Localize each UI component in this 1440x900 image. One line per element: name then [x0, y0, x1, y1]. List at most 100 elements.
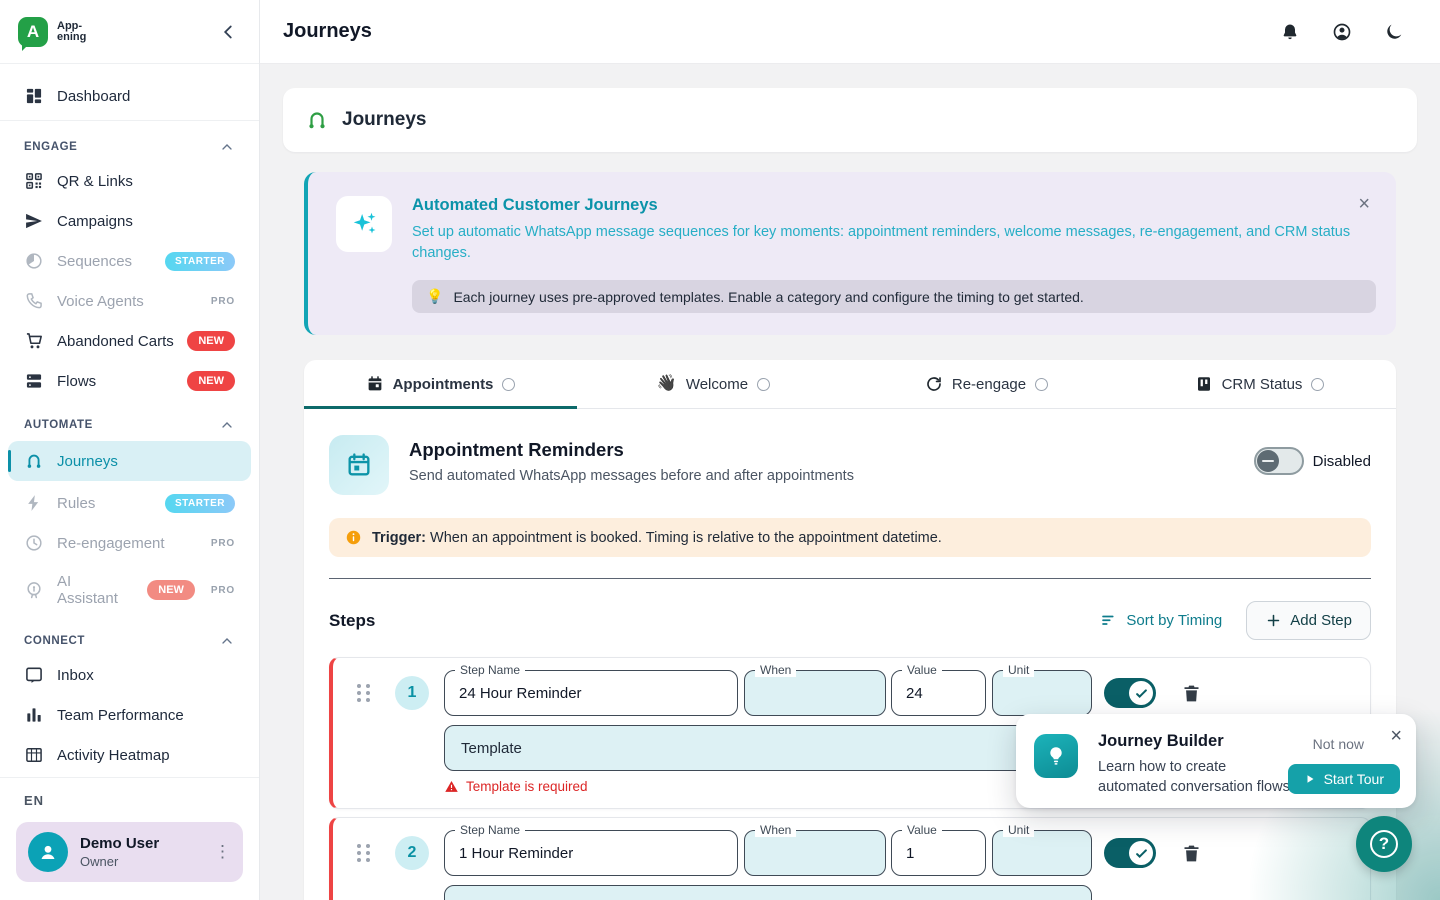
calendar-icon-box: [329, 435, 389, 495]
moon-icon[interactable]: [1384, 22, 1404, 42]
category-header: Appointment Reminders Send automated Wha…: [329, 435, 1371, 495]
sidebar-item-activity-heatmap[interactable]: Activity Heatmap: [0, 735, 259, 775]
popup-description: Learn how to create automated conversati…: [1098, 757, 1298, 797]
value-input[interactable]: [892, 685, 985, 702]
sort-label: Sort by Timing: [1126, 612, 1222, 629]
journey-builder-popup: Journey Builder Learn how to create auto…: [1016, 714, 1416, 808]
popup-close-icon[interactable]: ×: [1390, 726, 1402, 746]
tab-label: CRM Status: [1222, 376, 1303, 393]
sidebar-item-journeys[interactable]: Journeys: [8, 441, 251, 481]
account-icon[interactable]: [1332, 22, 1352, 42]
language-selector[interactable]: EN: [0, 778, 259, 816]
sidebar-item-inbox[interactable]: Inbox: [0, 655, 259, 695]
banner-close-icon[interactable]: ×: [1358, 194, 1370, 214]
sort-by-timing-button[interactable]: Sort by Timing: [1100, 612, 1222, 630]
bell-icon[interactable]: [1280, 22, 1300, 42]
sidebar-item-label: Voice Agents: [57, 293, 144, 310]
sidebar-item-dashboard[interactable]: Dashboard: [0, 76, 259, 116]
sidebar-item-label: Rules: [57, 495, 95, 512]
new-badge: NEW: [147, 580, 195, 600]
category-enable-toggle[interactable]: [1254, 447, 1304, 475]
template-select[interactable]: Template: [444, 885, 1092, 900]
sidebar-item-voice-agents[interactable]: Voice Agents PRO: [0, 281, 259, 321]
sidebar-item-team-performance[interactable]: Team Performance: [0, 695, 259, 735]
lightbulb-icon-box: [1034, 734, 1078, 778]
sidebar-item-label: Dashboard: [57, 88, 130, 105]
sidebar-item-sequences[interactable]: Sequences STARTER: [0, 241, 259, 281]
tab-appointments[interactable]: Appointments: [304, 360, 577, 408]
bolt-icon: [24, 493, 44, 513]
user-card[interactable]: Demo User Owner ⋮: [16, 822, 243, 882]
tab-status-circle: [1311, 378, 1324, 391]
chevron-up-icon: [219, 417, 235, 433]
step-card-2: 2 Step Name When Value: [329, 817, 1371, 900]
new-badge: NEW: [187, 371, 235, 391]
sidebar-item-rules[interactable]: Rules STARTER: [0, 483, 259, 523]
question-mark-icon: ?: [1370, 830, 1398, 858]
add-step-button[interactable]: Add Step: [1246, 601, 1371, 640]
step-name-input[interactable]: [445, 845, 737, 862]
step-name-input[interactable]: [445, 685, 737, 702]
tab-re-engage[interactable]: Re-engage: [850, 360, 1123, 408]
pro-tag: PRO: [211, 538, 235, 549]
starter-badge: STARTER: [165, 252, 235, 271]
delete-step-button[interactable]: [1181, 682, 1203, 704]
sidebar-item-label: Inbox: [57, 667, 94, 684]
user-menu-icon[interactable]: ⋮: [214, 845, 231, 859]
heatmap-icon: [24, 745, 44, 765]
sidebar-item-label: QR & Links: [57, 173, 133, 190]
value-field: Value: [891, 830, 986, 876]
warning-icon: [444, 779, 459, 794]
drag-handle-icon[interactable]: [357, 684, 373, 702]
banner-description: Set up automatic WhatsApp message sequen…: [412, 222, 1357, 264]
sidebar-item-label: Abandoned Carts: [57, 333, 174, 350]
sidebar-item-campaigns[interactable]: Campaigns: [0, 201, 259, 241]
check-icon: [1134, 846, 1149, 861]
drag-handle-icon[interactable]: [357, 844, 373, 862]
pro-tag: PRO: [211, 296, 235, 307]
route-icon: [305, 108, 329, 132]
sidebar-item-ai-assistant[interactable]: AI Assistant NEW PRO: [0, 563, 259, 617]
sidebar-item-qr-links[interactable]: QR & Links: [0, 161, 259, 201]
sidebar-item-label: Flows: [57, 373, 96, 390]
unit-select[interactable]: Unit: [992, 830, 1092, 876]
unit-label: Unit: [1003, 823, 1034, 837]
sidebar-item-flows[interactable]: Flows NEW: [0, 361, 259, 401]
sidebar-section-automate[interactable]: AUTOMATE: [0, 401, 259, 439]
sidebar-item-label: AI Assistant: [57, 573, 134, 607]
sidebar-section-connect[interactable]: CONNECT: [0, 617, 259, 655]
not-now-button[interactable]: Not now: [1313, 736, 1364, 752]
sidebar-item-label: Team Performance: [57, 707, 184, 724]
page-header: Journeys: [283, 88, 1417, 152]
sidebar-item-label: Journeys: [57, 453, 118, 470]
sidebar-section-engage[interactable]: ENGAGE: [0, 123, 259, 161]
starter-badge: STARTER: [165, 494, 235, 513]
unit-select[interactable]: Unit: [992, 670, 1092, 716]
sidebar-item-label: Activity Heatmap: [57, 747, 170, 764]
phone-icon: [24, 291, 44, 311]
when-select[interactable]: When: [744, 830, 886, 876]
value-input[interactable]: [892, 845, 985, 862]
sidebar-item-re-engagement[interactable]: Re-engagement PRO: [0, 523, 259, 563]
step-enabled-toggle[interactable]: [1104, 678, 1156, 708]
banner-tip-text: Each journey uses pre-approved templates…: [453, 289, 1083, 305]
when-select[interactable]: When: [744, 670, 886, 716]
tab-crm-status[interactable]: CRM Status: [1123, 360, 1396, 408]
when-label: When: [755, 663, 796, 677]
template-select[interactable]: Template: [444, 725, 1092, 771]
tab-status-circle: [1035, 378, 1048, 391]
trash-icon: [1181, 683, 1202, 704]
refresh-icon: [925, 375, 943, 393]
help-button[interactable]: ?: [1356, 816, 1412, 872]
step-enabled-toggle[interactable]: [1104, 838, 1156, 868]
tab-welcome[interactable]: 👋 Welcome: [577, 360, 850, 408]
delete-step-button[interactable]: [1181, 842, 1203, 864]
sidebar-collapse-button[interactable]: [217, 20, 241, 44]
user-icon: [36, 840, 60, 864]
trigger-banner: Trigger: When an appointment is booked. …: [329, 518, 1371, 557]
journeys-panel: Appointments 👋 Welcome Re-engage: [304, 360, 1396, 900]
start-tour-button[interactable]: Start Tour: [1288, 764, 1400, 794]
step-name-field: Step Name: [444, 830, 738, 876]
sidebar-item-abandoned-carts[interactable]: Abandoned Carts NEW: [0, 321, 259, 361]
send-icon: [24, 211, 44, 231]
